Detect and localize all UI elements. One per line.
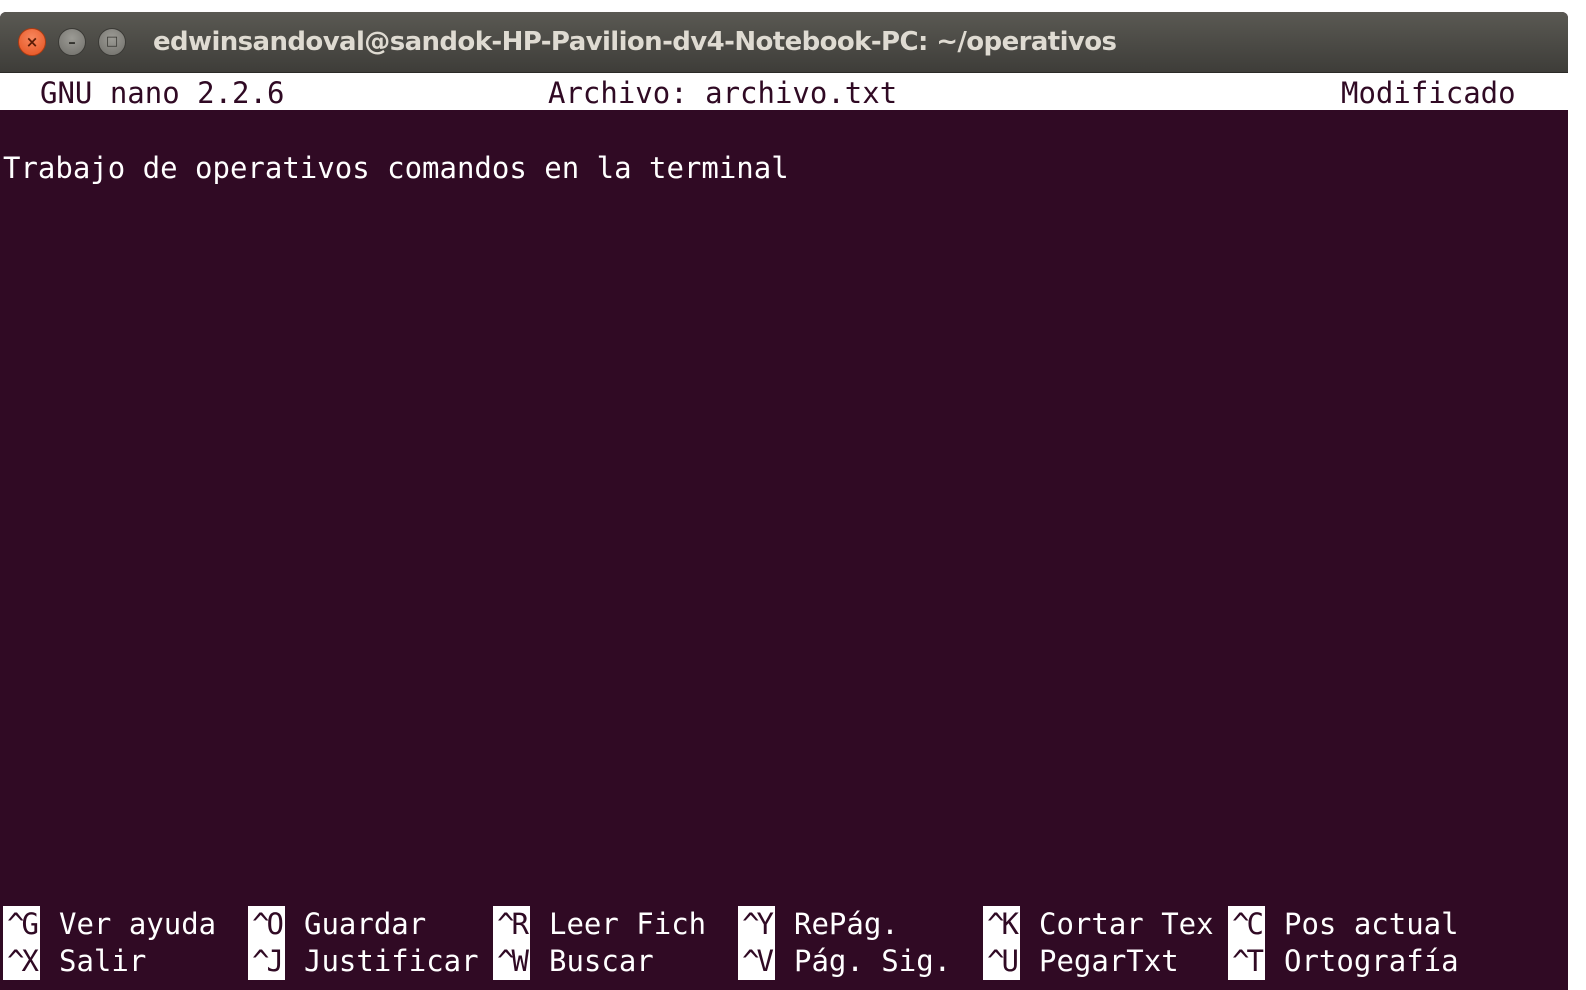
shortcut-key: ^R bbox=[493, 906, 530, 943]
shortcut-exit[interactable]: ^X Salir bbox=[3, 943, 146, 980]
shortcut-label: Pág. Sig. bbox=[794, 944, 952, 978]
shortcut-spell-check[interactable]: ^T Ortografía bbox=[1228, 943, 1459, 980]
shortcut-cursor-position[interactable]: ^C Pos actual bbox=[1228, 906, 1459, 943]
shortcut-key: ^V bbox=[738, 943, 775, 980]
shortcut-save[interactable]: ^O Guardar bbox=[248, 906, 426, 943]
shortcut-justify[interactable]: ^J Justificar bbox=[248, 943, 479, 980]
shortcut-key: ^W bbox=[493, 943, 530, 980]
shortcut-key: ^T bbox=[1228, 943, 1265, 980]
shortcut-label: Justificar bbox=[304, 944, 479, 978]
shortcut-prev-page[interactable]: ^Y RePág. bbox=[738, 906, 899, 943]
shortcut-label: PegarTxt bbox=[1039, 944, 1179, 978]
shortcut-label: Leer Fich bbox=[549, 907, 707, 941]
shortcut-key: ^K bbox=[983, 906, 1020, 943]
shortcut-label: Salir bbox=[59, 944, 147, 978]
nano-version: GNU nano 2.2.6 bbox=[40, 76, 285, 110]
shortcut-read-file[interactable]: ^R Leer Fich bbox=[493, 906, 706, 943]
shortcut-label: Ortografía bbox=[1284, 944, 1459, 978]
maximize-icon[interactable]: □ bbox=[98, 28, 126, 56]
shortcut-search[interactable]: ^W Buscar bbox=[493, 943, 654, 980]
nano-modified-status: Modificado bbox=[1341, 76, 1516, 110]
shortcut-label: Guardar bbox=[304, 907, 427, 941]
nano-file-name: Archivo: archivo.txt bbox=[548, 76, 898, 110]
nano-header-bar: GNU nano 2.2.6 Archivo: archivo.txt Modi… bbox=[0, 73, 1568, 110]
shortcut-key: ^C bbox=[1228, 906, 1265, 943]
shortcut-label: Pos actual bbox=[1284, 907, 1459, 941]
window-titlebar[interactable]: × – □ edwinsandoval@sandok-HP-Pavilion-d… bbox=[0, 12, 1568, 73]
shortcut-cut-text[interactable]: ^K Cortar Tex bbox=[983, 906, 1214, 943]
shortcut-paste-text[interactable]: ^U PegarTxt bbox=[983, 943, 1179, 980]
shortcut-label: RePág. bbox=[794, 907, 899, 941]
shortcut-label: Buscar bbox=[549, 944, 654, 978]
shortcut-key: ^G bbox=[3, 906, 40, 943]
shortcut-key: ^Y bbox=[738, 906, 775, 943]
minimize-icon[interactable]: – bbox=[58, 28, 86, 56]
shortcut-key: ^O bbox=[248, 906, 285, 943]
shortcut-next-page[interactable]: ^V Pág. Sig. bbox=[738, 943, 951, 980]
shortcut-key: ^U bbox=[983, 943, 1020, 980]
shortcut-key: ^J bbox=[248, 943, 285, 980]
shortcut-help[interactable]: ^G Ver ayuda bbox=[3, 906, 216, 943]
terminal-window: × – □ edwinsandoval@sandok-HP-Pavilion-d… bbox=[0, 12, 1568, 990]
window-title: edwinsandoval@sandok-HP-Pavilion-dv4-Not… bbox=[153, 27, 1117, 57]
editor-text-line[interactable]: Trabajo de operativos comandos en la ter… bbox=[3, 150, 789, 186]
close-icon[interactable]: × bbox=[18, 28, 46, 56]
shortcut-key: ^X bbox=[3, 943, 40, 980]
shortcut-label: Cortar Tex bbox=[1039, 907, 1214, 941]
shortcut-label: Ver ayuda bbox=[59, 907, 217, 941]
